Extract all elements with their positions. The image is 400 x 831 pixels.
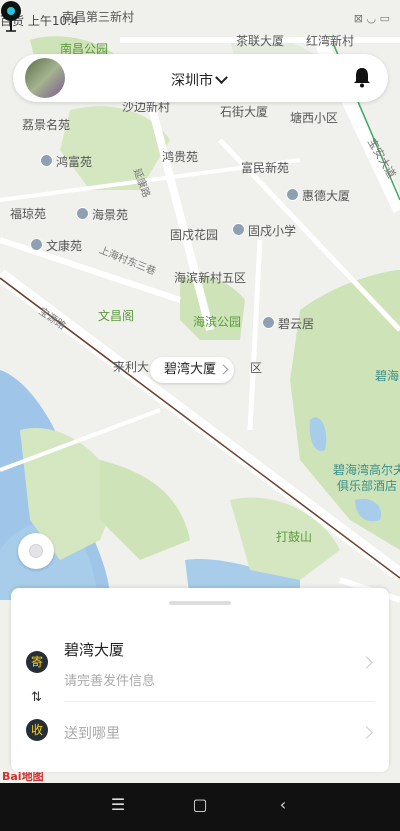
map-label-13: 海景苑 [76,206,128,223]
map-label-20-text: 碧云居 [278,317,315,331]
map-label-24: 俱乐部酒店 [337,479,398,493]
map-label-8: 鸿贵苑 [162,150,199,164]
delivery-sheet: 寄 碧湾大厦 请完善发件信息 ⇅ 收 送到哪里 [11,588,389,772]
city-name: 深圳市 [171,73,213,89]
map-label-12: 福琼苑 [10,207,47,221]
map-label-16-text: 文康苑 [46,239,83,253]
map-label-20: 碧云居 [262,315,314,332]
sender-badge: 寄 [26,651,48,673]
map-label-18: 文昌阁 [98,309,135,323]
swap-icon[interactable]: ⇅ [31,690,42,705]
map-label-15-text: 固戍小学 [248,224,297,238]
chevron-right-icon [218,364,229,375]
map-label-15: 固戍小学 [232,222,296,239]
locate-icon [29,544,43,558]
bell-icon[interactable] [352,66,372,88]
map-label-17: 海滨新村五区 [174,271,247,285]
sender-title[interactable]: 碧湾大厦 [64,639,124,660]
map-label-10: 鸿富苑 [40,153,92,170]
map-label-6: 塘西小区 [290,111,339,125]
menu-icon[interactable]: ☰ [103,795,133,814]
city-selector[interactable]: 深圳市 [171,70,228,90]
avatar[interactable] [25,58,65,98]
map-label-25: 打鼓山 [276,530,313,544]
map-label-11-text: 惠德大厦 [302,189,351,203]
system-nav-bar: ☰ ▢ ‹ [0,783,400,831]
map-label-2: 茶联大厦 [236,34,285,48]
sender-subtitle[interactable]: 请完善发件信息 [64,670,155,689]
back-icon[interactable]: ‹ [268,795,298,814]
map-label-11: 惠德大厦 [286,187,350,204]
map-label-5: 石街大厦 [220,105,269,119]
map-label-9: 富民新苑 [241,161,290,175]
map-label-26: 碧海 [375,369,400,383]
map-label-21: 来利大 [113,360,150,374]
location-pin-icon [1,1,21,32]
locate-me-button[interactable] [18,533,54,569]
map-label-22: 区 [250,361,263,375]
receiver-badge: 收 [26,719,48,741]
pin-location-text: 碧湾大厦 [164,362,217,377]
sender-chevron-icon[interactable] [360,656,373,669]
destination-chevron-icon[interactable] [360,726,373,739]
map-label-23: 碧海湾高尔夫 [333,463,400,477]
map-label-13-text: 海景苑 [92,208,129,222]
top-bar: 深圳市 [13,54,388,102]
sheet-handle[interactable] [169,601,231,605]
pin-location-label[interactable]: 碧湾大厦 [150,357,235,383]
map-label-19: 海滨公园 [193,315,242,329]
divider [64,701,375,702]
home-icon[interactable]: ▢ [185,795,215,814]
map-label-7: 荔景名苑 [22,118,71,132]
destination-field[interactable]: 送到哪里 [64,723,120,743]
map-label-16: 文康苑 [30,237,82,254]
chevron-down-icon [215,71,228,85]
map-label-0: 南昌第三新村 [62,10,135,24]
map-label-10-text: 鸿富苑 [56,155,93,169]
map-label-3: 红湾新村 [306,34,355,48]
status-icons: ⊠ ◡ ▭ [353,12,390,25]
status-bar: 百货 上午10:4 ⊠ ◡ ▭ [0,0,400,36]
map-label-14: 固戍花园 [170,228,219,242]
